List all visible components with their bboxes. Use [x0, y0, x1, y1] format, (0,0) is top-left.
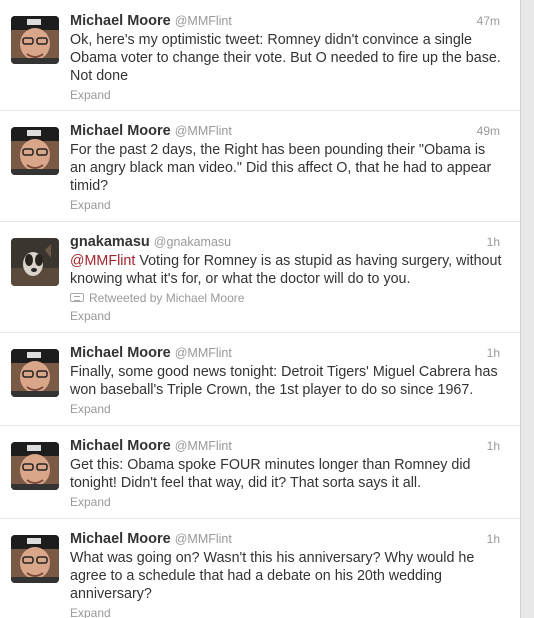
expand-link[interactable]: Expand	[70, 87, 510, 103]
tweet-text: Get this: Obama spoke FOUR minutes longe…	[70, 457, 471, 491]
tweet-header: Michael Moore @MMFlint 47m	[70, 11, 510, 31]
expand-link[interactable]: Expand	[70, 308, 510, 324]
tweet-header: Michael Moore @MMFlint 49m	[70, 121, 510, 141]
author-username[interactable]: @gnakamasu	[154, 235, 231, 249]
avatar[interactable]	[11, 349, 59, 397]
author-name[interactable]: Michael Moore	[70, 531, 171, 547]
avatar[interactable]	[11, 238, 59, 286]
tweet-text-body: Voting for Romney is as stupid as having…	[70, 253, 502, 287]
tweet-header: Michael Moore @MMFlint 1h	[70, 343, 510, 363]
author-name[interactable]: Michael Moore	[70, 345, 171, 361]
avatar[interactable]	[11, 127, 59, 175]
avatar[interactable]	[11, 442, 59, 490]
timestamp[interactable]: 1h	[487, 232, 500, 252]
avatar[interactable]	[11, 535, 59, 583]
author-username[interactable]: @MMFlint	[175, 346, 232, 360]
tweet-text: Ok, here's my optimistic tweet: Romney d…	[70, 32, 501, 84]
mention-link[interactable]: @MMFlint	[70, 253, 135, 269]
tweet-header: Michael Moore @MMFlint 1h	[70, 529, 510, 549]
author-username[interactable]: @MMFlint	[175, 14, 232, 28]
tweet-text: Finally, some good news tonight: Detroit…	[70, 364, 498, 398]
tweet-text: For the past 2 days, the Right has been …	[70, 142, 492, 194]
tweet-text: @MMFlint Voting for Romney is as stupid …	[70, 252, 510, 288]
timestamp[interactable]: 47m	[477, 11, 500, 31]
author-name[interactable]: gnakamasu	[70, 234, 150, 250]
author-name[interactable]: Michael Moore	[70, 13, 171, 29]
tweet[interactable]: Michael Moore @MMFlint 1h What was going …	[0, 519, 520, 618]
tweet[interactable]: gnakamasu @gnakamasu 1h @MMFlint Voting f…	[0, 222, 520, 333]
tweet[interactable]: Michael Moore @MMFlint 1h Get this: Obama…	[0, 426, 520, 519]
tweet[interactable]: Michael Moore @MMFlint 1h Finally, some g…	[0, 333, 520, 426]
expand-link[interactable]: Expand	[70, 494, 510, 510]
expand-link[interactable]: Expand	[70, 605, 510, 618]
retweet-indicator: Retweeted by Michael Moore	[70, 290, 510, 306]
tweet-header: Michael Moore @MMFlint 1h	[70, 436, 510, 456]
retweet-icon	[70, 293, 84, 303]
tweet-text: What was going on? Wasn't this his anniv…	[70, 550, 475, 602]
author-username[interactable]: @MMFlint	[175, 124, 232, 138]
author-username[interactable]: @MMFlint	[175, 532, 232, 546]
tweet[interactable]: Michael Moore @MMFlint 49m For the past 2…	[0, 111, 520, 222]
expand-link[interactable]: Expand	[70, 401, 510, 417]
author-name[interactable]: Michael Moore	[70, 438, 171, 454]
timestamp[interactable]: 1h	[487, 436, 500, 456]
tweet-stream: Michael Moore @MMFlint 47m Ok, here's my …	[0, 0, 521, 618]
timestamp[interactable]: 49m	[477, 121, 500, 141]
tweet[interactable]: Michael Moore @MMFlint 47m Ok, here's my …	[0, 0, 520, 111]
timestamp[interactable]: 1h	[487, 343, 500, 363]
expand-link[interactable]: Expand	[70, 197, 510, 213]
tweet-header: gnakamasu @gnakamasu 1h	[70, 232, 510, 252]
author-name[interactable]: Michael Moore	[70, 123, 171, 139]
avatar[interactable]	[11, 16, 59, 64]
retweeted-by-label[interactable]: Retweeted by Michael Moore	[89, 291, 244, 305]
timestamp[interactable]: 1h	[487, 529, 500, 549]
author-username[interactable]: @MMFlint	[175, 439, 232, 453]
